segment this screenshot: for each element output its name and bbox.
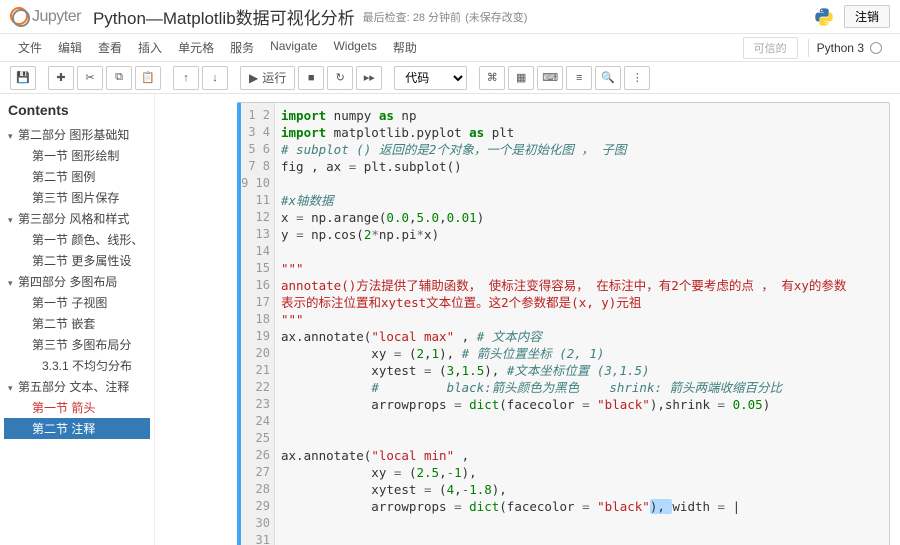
cut-button[interactable]: ✂ xyxy=(77,66,103,90)
kernel-name: Python 3 xyxy=(817,41,864,55)
toolbar: 💾 ✚ ✂ ⧉ 📋 ↑ ↓ ▶ 运行 ■ ↻ ▸▸ 代码 ⌘ ▦ ⌨ ≡ 🔍 ⋮ xyxy=(0,62,900,94)
search-button[interactable]: 🔍 xyxy=(595,66,621,90)
toc-item[interactable]: 第二节 注释 xyxy=(4,418,150,439)
menu-单元格[interactable]: 单元格 xyxy=(170,36,222,59)
toc-item[interactable]: 第二节 嵌套 xyxy=(4,313,150,334)
menu-文件[interactable]: 文件 xyxy=(10,36,50,59)
menu-widgets[interactable]: Widgets xyxy=(325,36,384,59)
command-palette-button[interactable]: ⌘ xyxy=(479,66,505,90)
restart-run-all-button[interactable]: ▸▸ xyxy=(356,66,382,90)
toc-item[interactable]: 第二节 图例 xyxy=(4,166,150,187)
menu-插入[interactable]: 插入 xyxy=(130,36,170,59)
move-up-button[interactable]: ↑ xyxy=(173,66,199,90)
toc-item[interactable]: ▾第二部分 图形基础知 xyxy=(4,124,150,145)
interrupt-button[interactable]: ■ xyxy=(298,66,324,90)
jupyter-logo-icon xyxy=(10,7,30,27)
line-gutter: 1 2 3 4 5 6 7 8 9 10 11 12 13 14 15 16 1… xyxy=(241,103,275,545)
toc-item[interactable]: 第一节 图形绘制 xyxy=(4,145,150,166)
menu-navigate[interactable]: Navigate xyxy=(262,36,325,59)
python-icon xyxy=(814,7,834,27)
toc-title: Contents xyxy=(4,102,150,118)
variables-button[interactable]: ≡ xyxy=(566,66,592,90)
menu-查看[interactable]: 查看 xyxy=(90,36,130,59)
menu-编辑[interactable]: 编辑 xyxy=(50,36,90,59)
code-editor[interactable]: 1 2 3 4 5 6 7 8 9 10 11 12 13 14 15 16 1… xyxy=(237,102,890,545)
toc-item[interactable]: 第一节 颜色、线形、 xyxy=(4,229,150,250)
toc-sidebar: Contents ▾第二部分 图形基础知第一节 图形绘制第二节 图例第三节 图片… xyxy=(0,94,155,545)
move-down-button[interactable]: ↓ xyxy=(202,66,228,90)
jupyter-logo[interactable]: Jupyter xyxy=(10,7,81,27)
paste-button[interactable]: 📋 xyxy=(135,66,161,90)
toc-item[interactable]: 第二节 更多属性设 xyxy=(4,250,150,271)
logo-text: Jupyter xyxy=(32,8,81,26)
checkpoint-status: 最后检查: 28 分钟前 xyxy=(363,9,461,25)
header: Jupyter Python—Matplotlib数据可视化分析 最后检查: 2… xyxy=(0,0,900,34)
code-content[interactable]: import numpy as np import matplotlib.pyp… xyxy=(275,103,889,545)
run-button[interactable]: ▶ 运行 xyxy=(240,66,295,90)
save-button[interactable]: 💾 xyxy=(10,66,36,90)
toc-item[interactable]: 3.3.1 不均匀分布 xyxy=(4,355,150,376)
logout-button[interactable]: 注销 xyxy=(844,5,890,28)
autosave-status: (未保存改变) xyxy=(465,9,527,25)
menu-服务[interactable]: 服务 xyxy=(222,36,262,59)
toc-button[interactable]: ▦ xyxy=(508,66,534,90)
menubar: 文件编辑查看插入单元格服务NavigateWidgets帮助 可信的 Pytho… xyxy=(0,34,900,62)
kernel-status-icon xyxy=(870,42,882,54)
toc-item[interactable]: 第一节 箭头 xyxy=(4,397,150,418)
insert-cell-button[interactable]: ✚ xyxy=(48,66,74,90)
menu-帮助[interactable]: 帮助 xyxy=(385,36,425,59)
main-area: Contents ▾第二部分 图形基础知第一节 图形绘制第二节 图例第三节 图片… xyxy=(0,94,900,545)
toc-item[interactable]: ▾第三部分 风格和样式 xyxy=(4,208,150,229)
toc-item[interactable]: ▾第四部分 多图布局 xyxy=(4,271,150,292)
more-button[interactable]: ⋮ xyxy=(624,66,650,90)
keyboard-button[interactable]: ⌨ xyxy=(537,66,563,90)
cell-type-select[interactable]: 代码 xyxy=(394,66,467,90)
copy-button[interactable]: ⧉ xyxy=(106,66,132,90)
notebook-area[interactable]: In [ ]: 1 2 3 4 5 6 7 8 9 10 11 12 13 14… xyxy=(155,94,900,545)
toc-item[interactable]: 第一节 子视图 xyxy=(4,292,150,313)
toc-item[interactable]: 第三节 多图布局分 xyxy=(4,334,150,355)
notebook-title[interactable]: Python—Matplotlib数据可视化分析 xyxy=(93,4,355,29)
restart-button[interactable]: ↻ xyxy=(327,66,353,90)
code-cell[interactable]: In [ ]: 1 2 3 4 5 6 7 8 9 10 11 12 13 14… xyxy=(165,102,890,545)
toc-item[interactable]: ▾第五部分 文本、注释 xyxy=(4,376,150,397)
kernel-indicator[interactable]: Python 3 xyxy=(808,39,890,57)
trusted-indicator[interactable]: 可信的 xyxy=(743,37,798,59)
toc-item[interactable]: 第三节 图片保存 xyxy=(4,187,150,208)
